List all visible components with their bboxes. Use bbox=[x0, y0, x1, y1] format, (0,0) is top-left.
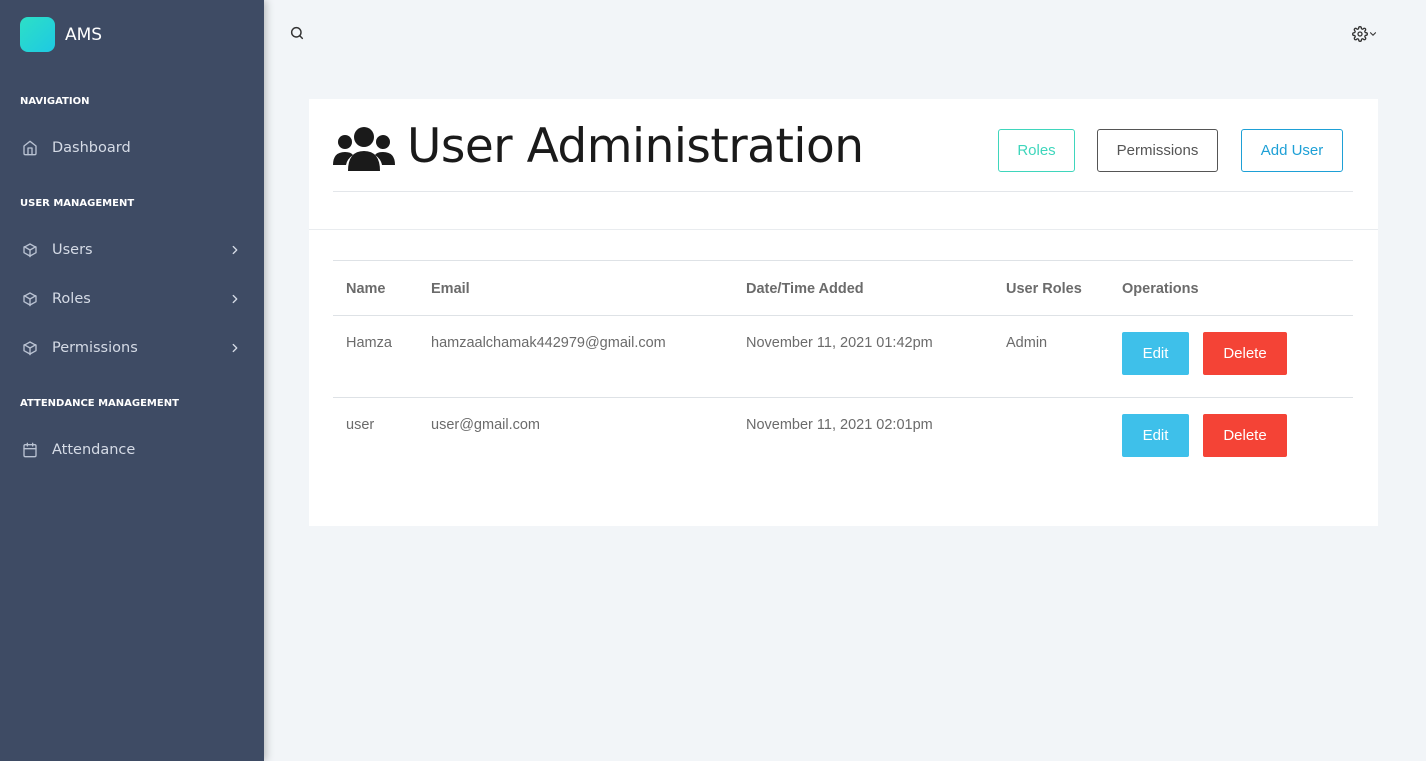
chevron-right-icon bbox=[232, 294, 238, 304]
settings-dropdown[interactable] bbox=[1352, 25, 1382, 43]
roles-button[interactable]: Roles bbox=[998, 129, 1075, 172]
sidebar-item-roles[interactable]: Roles bbox=[0, 279, 264, 319]
sidebar-item-label: Users bbox=[52, 242, 93, 258]
sidebar-item-label: Permissions bbox=[52, 340, 138, 356]
table-header: Name Email Date/Time Added User Roles Op… bbox=[333, 260, 1353, 316]
nav-section-navigation: NAVIGATION bbox=[20, 96, 90, 107]
divider bbox=[309, 229, 1378, 230]
sidebar: AMS NAVIGATION Dashboard USER MANAGEMENT… bbox=[0, 0, 264, 761]
cell-date: November 11, 2021 01:42pm bbox=[746, 335, 933, 351]
user-admin-card: User Administration Roles Permissions Ad… bbox=[309, 99, 1378, 526]
sidebar-item-permissions[interactable]: Permissions bbox=[0, 328, 264, 368]
sidebar-item-label: Attendance bbox=[52, 442, 136, 458]
column-header-date: Date/Time Added bbox=[746, 281, 864, 297]
brand[interactable]: AMS bbox=[20, 17, 102, 52]
edit-button[interactable]: Edit bbox=[1122, 332, 1189, 375]
chevron-right-icon bbox=[232, 245, 238, 255]
cube-icon bbox=[22, 291, 38, 307]
gear-icon bbox=[1352, 26, 1368, 42]
users-icon bbox=[333, 127, 395, 171]
sidebar-item-attendance[interactable]: Attendance bbox=[0, 430, 264, 470]
permissions-button[interactable]: Permissions bbox=[1097, 129, 1218, 172]
search-button[interactable] bbox=[289, 25, 307, 43]
column-header-name: Name bbox=[346, 281, 386, 297]
nav-section-user-management: USER MANAGEMENT bbox=[20, 198, 135, 209]
sidebar-item-label: Roles bbox=[52, 291, 91, 307]
sidebar-item-label: Dashboard bbox=[52, 140, 131, 156]
cell-email: hamzaalchamak442979@gmail.com bbox=[431, 335, 666, 351]
brand-name: AMS bbox=[65, 24, 103, 45]
chevron-down-icon bbox=[1369, 32, 1377, 36]
sidebar-item-users[interactable]: Users bbox=[0, 230, 264, 270]
cube-icon bbox=[22, 242, 38, 258]
page-title: User Administration bbox=[407, 119, 864, 174]
card-header: User Administration Roles Permissions Ad… bbox=[333, 99, 1353, 192]
column-header-operations: Operations bbox=[1122, 281, 1199, 297]
home-icon bbox=[22, 140, 38, 156]
cell-email: user@gmail.com bbox=[431, 417, 540, 433]
delete-button[interactable]: Delete bbox=[1203, 332, 1287, 375]
column-header-email: Email bbox=[431, 281, 470, 297]
add-user-button[interactable]: Add User bbox=[1241, 129, 1343, 172]
nav-section-attendance-management: ATTENDANCE MANAGEMENT bbox=[20, 398, 179, 409]
chevron-right-icon bbox=[232, 343, 238, 353]
search-icon bbox=[290, 26, 304, 40]
edit-button[interactable]: Edit bbox=[1122, 414, 1189, 457]
calendar-icon bbox=[22, 442, 38, 458]
cell-name: Hamza bbox=[346, 335, 392, 351]
sidebar-item-dashboard[interactable]: Dashboard bbox=[0, 128, 264, 168]
column-header-roles: User Roles bbox=[1006, 281, 1082, 297]
cube-icon bbox=[22, 340, 38, 356]
cell-date: November 11, 2021 02:01pm bbox=[746, 417, 933, 433]
users-table: Name Email Date/Time Added User Roles Op… bbox=[333, 260, 1353, 480]
brand-logo bbox=[20, 17, 55, 52]
table-row: Hamza hamzaalchamak442979@gmail.com Nove… bbox=[333, 316, 1353, 398]
table-row: user user@gmail.com November 11, 2021 02… bbox=[333, 398, 1353, 480]
cell-roles: Admin bbox=[1006, 335, 1048, 351]
delete-button[interactable]: Delete bbox=[1203, 414, 1287, 457]
cell-name: user bbox=[346, 417, 375, 433]
